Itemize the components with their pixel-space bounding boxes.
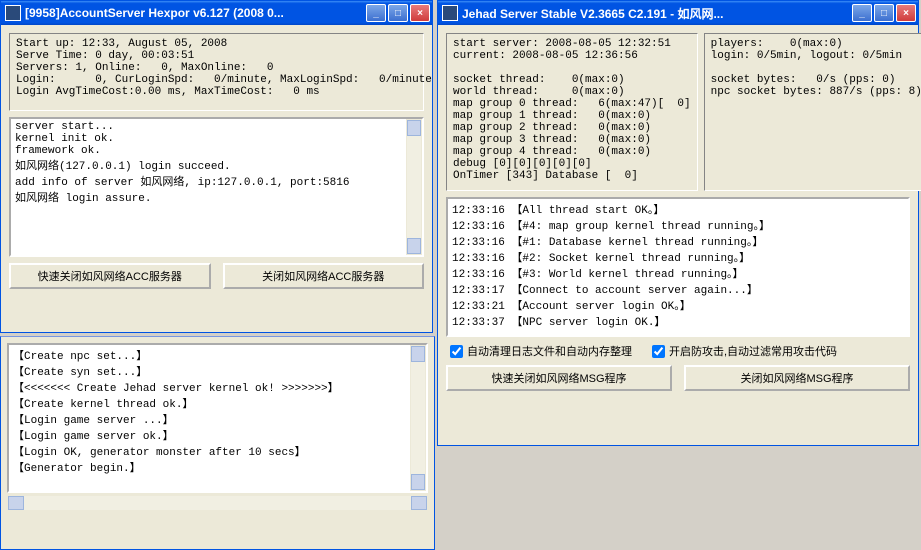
window-controls: _ □ ×	[852, 4, 916, 22]
window-controls: _ □ ×	[366, 4, 430, 22]
close-server-button[interactable]: 关闭如风网络MSG程序	[684, 365, 910, 391]
close-button[interactable]: ×	[896, 4, 916, 22]
app-icon	[442, 5, 458, 21]
window-title: Jehad Server Stable V2.3665 C2.191 - 如风网…	[462, 5, 852, 22]
window-body: Start up: 12:33, August 05, 2008 Serve T…	[1, 25, 432, 332]
autoclean-label: 自动清理日志文件和自动内存整理	[467, 343, 632, 359]
defend-label: 开启防攻击,自动过滤常用攻击代码	[669, 343, 837, 359]
log-textarea[interactable]: server start... kernel init ok. framewor…	[9, 117, 424, 257]
bottom-log-window: 【Create npc set...】 【Create syn set...】 …	[0, 336, 435, 550]
log-textarea[interactable]: 12:33:16 【All thread start OK。】 12:33:16…	[446, 197, 910, 337]
jehad-server-window: Jehad Server Stable V2.3665 C2.191 - 如风网…	[437, 0, 919, 446]
stats-row: start server: 2008-08-05 12:32:51 curren…	[446, 33, 910, 197]
fast-close-button[interactable]: 快速关闭如风网络ACC服务器	[9, 263, 211, 289]
window-body: 【Create npc set...】 【Create syn set...】 …	[1, 337, 434, 549]
window-title: [9958]AccountServer Hexpor v6.127 (2008 …	[25, 6, 366, 20]
log-textarea[interactable]: 【Create npc set...】 【Create syn set...】 …	[7, 343, 428, 493]
scroll-right-icon[interactable]	[411, 496, 427, 510]
scroll-down-icon[interactable]	[407, 238, 421, 254]
scroll-down-icon[interactable]	[411, 474, 425, 490]
account-server-window: [9958]AccountServer Hexpor v6.127 (2008 …	[0, 0, 433, 333]
scrollbar-horizontal[interactable]	[7, 495, 428, 511]
titlebar[interactable]: [9958]AccountServer Hexpor v6.127 (2008 …	[1, 1, 432, 25]
fast-close-button[interactable]: 快速关闭如风网络MSG程序	[446, 365, 672, 391]
maximize-button[interactable]: □	[388, 4, 408, 22]
scroll-up-icon[interactable]	[407, 120, 421, 136]
button-row: 快速关闭如风网络MSG程序 关闭如风网络MSG程序	[446, 365, 910, 391]
app-icon	[5, 5, 21, 21]
stats-right-panel: players: 0(max:0) login: 0/5min, logout:…	[704, 33, 921, 191]
window-body: start server: 2008-08-05 12:32:51 curren…	[438, 25, 918, 445]
stats-left-panel: start server: 2008-08-05 12:32:51 curren…	[446, 33, 698, 191]
minimize-button[interactable]: _	[852, 4, 872, 22]
close-server-button[interactable]: 关闭如风网络ACC服务器	[223, 263, 425, 289]
minimize-button[interactable]: _	[366, 4, 386, 22]
scroll-up-icon[interactable]	[411, 346, 425, 362]
stats-panel: Start up: 12:33, August 05, 2008 Serve T…	[9, 33, 424, 111]
defend-input[interactable]	[652, 345, 665, 358]
autoclean-input[interactable]	[450, 345, 463, 358]
defend-checkbox[interactable]: 开启防攻击,自动过滤常用攻击代码	[652, 343, 837, 359]
scroll-left-icon[interactable]	[8, 496, 24, 510]
close-button[interactable]: ×	[410, 4, 430, 22]
checkbox-row: 自动清理日志文件和自动内存整理 开启防攻击,自动过滤常用攻击代码	[446, 343, 910, 359]
scrollbar-vertical[interactable]	[410, 345, 426, 491]
titlebar[interactable]: Jehad Server Stable V2.3665 C2.191 - 如风网…	[438, 1, 918, 25]
scrollbar-vertical[interactable]	[406, 119, 422, 255]
button-row: 快速关闭如风网络ACC服务器 关闭如风网络ACC服务器	[9, 263, 424, 289]
maximize-button[interactable]: □	[874, 4, 894, 22]
autoclean-checkbox[interactable]: 自动清理日志文件和自动内存整理	[450, 343, 632, 359]
